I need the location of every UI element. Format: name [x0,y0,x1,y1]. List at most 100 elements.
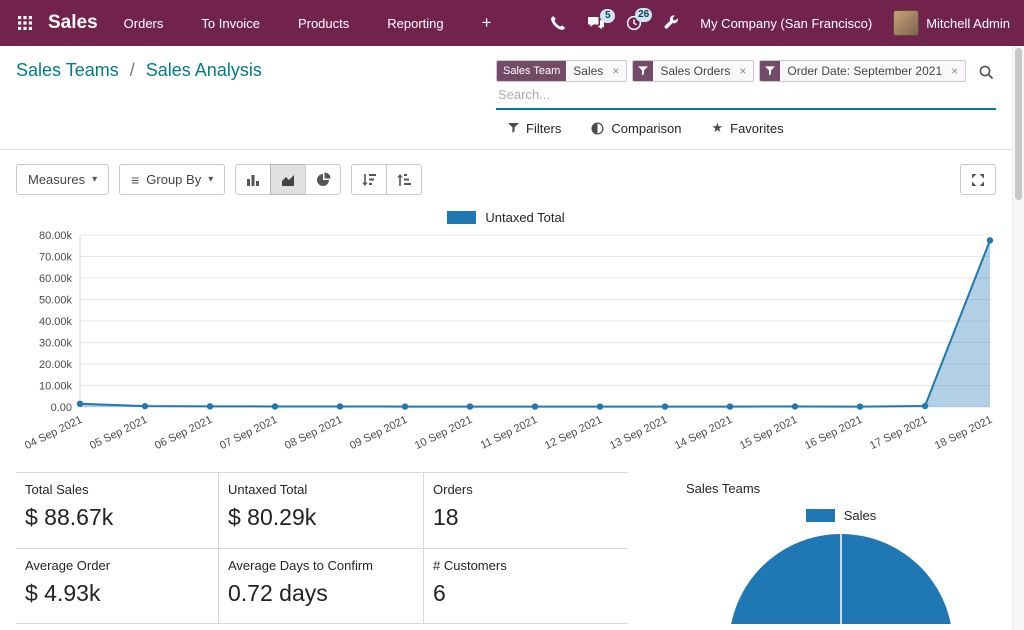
legend-swatch [447,211,476,224]
facet-sales-team: Sales Team Sales × [496,60,627,82]
comparison-label: Comparison [611,121,681,136]
sort-ascending-button[interactable] [386,164,422,195]
svg-text:11 Sep 2021: 11 Sep 2021 [479,414,540,452]
user-avatar [893,10,919,36]
svg-text:50.00k: 50.00k [39,295,73,307]
facet-remove-icon[interactable]: × [737,61,753,81]
chevron-down-icon: ▾ [208,174,213,185]
list-icon: ≡ [131,172,139,188]
view-toolbar: Measures ▾ ≡ Group By ▾ [0,150,1012,195]
svg-text:04 Sep 2021: 04 Sep 2021 [23,414,84,452]
legend-swatch [806,509,835,522]
pie-chart-button[interactable] [305,164,341,195]
stat-label: Total Sales [25,482,208,497]
expand-icon [971,173,985,187]
nav-item-to-invoice[interactable]: To Invoice [201,16,260,31]
breadcrumb-separator: / [130,60,135,80]
facet-sales-orders: Sales Orders × [632,60,754,82]
svg-text:18 Sep 2021: 18 Sep 2021 [933,414,994,452]
svg-text:17 Sep 2021: 17 Sep 2021 [868,414,929,452]
breadcrumb: Sales Teams / Sales Analysis [16,60,262,81]
quick-create-plus-icon[interactable]: + [482,13,492,33]
vertical-scrollbar [1012,46,1024,630]
search-input[interactable] [496,82,970,105]
legend-label: Untaxed Total [485,210,564,225]
area-chart-icon [281,173,295,187]
svg-text:10 Sep 2021: 10 Sep 2021 [413,414,474,452]
svg-text:06 Sep 2021: 06 Sep 2021 [153,414,214,452]
filter-funnel-icon [760,61,780,81]
line-chart: 0.0010.00k20.00k30.00k40.00k50.00k60.00k… [0,227,1012,468]
sort-descending-button[interactable] [351,164,387,195]
fullscreen-button[interactable] [960,164,996,195]
stat-customers: # Customers 6 [423,548,628,625]
bar-chart-icon [246,173,260,187]
stat-label: # Customers [433,558,618,573]
svg-text:13 Sep 2021: 13 Sep 2021 [608,414,669,452]
pie-chart-legend[interactable]: Sales [686,508,996,523]
stat-label: Untaxed Total [228,482,413,497]
svg-text:0.00: 0.00 [51,402,72,414]
sort-desc-icon [361,173,377,187]
user-menu[interactable]: Mitchell Admin [893,10,1010,36]
filters-dropdown[interactable]: Filters [508,120,561,136]
facet-field-label: Sales Team [497,61,566,81]
facet-value: Sales Orders [653,61,737,81]
group-by-button[interactable]: ≡ Group By ▾ [119,164,225,195]
graph-view: Measures ▾ ≡ Group By ▾ [0,149,1012,624]
main-menu: Orders To Invoice Products Reporting [124,16,444,31]
grid-icon [17,15,33,31]
stats-grid: Total Sales $ 88.67k Untaxed Total $ 80.… [16,472,628,624]
star-icon: ★ [711,120,723,136]
pie-legend-label: Sales [844,508,877,523]
stat-value: $ 88.67k [25,504,208,531]
company-switcher[interactable]: My Company (San Francisco) [700,16,872,31]
nav-item-products[interactable]: Products [298,16,349,31]
svg-text:80.00k: 80.00k [39,230,73,242]
stat-value: $ 4.93k [25,580,208,607]
debug-wrench-icon[interactable] [663,15,679,31]
scrollbar-thumb[interactable] [1015,48,1022,200]
facet-remove-icon[interactable]: × [610,61,626,81]
nav-item-orders[interactable]: Orders [124,16,164,31]
svg-text:08 Sep 2021: 08 Sep 2021 [283,414,344,452]
line-chart-legend[interactable]: Untaxed Total [0,210,1012,225]
search-controls: Filters Comparison ★ Favorites [496,120,996,136]
pie-chart [686,528,996,624]
comparison-dropdown[interactable]: Comparison [591,120,681,136]
svg-text:15 Sep 2021: 15 Sep 2021 [738,414,799,452]
sort-asc-icon [396,173,412,187]
top-navbar: Sales Orders To Invoice Products Reporti… [0,0,1024,46]
stat-value: $ 80.29k [228,504,413,531]
facet-value: Sales [566,61,610,81]
svg-text:09 Sep 2021: 09 Sep 2021 [348,414,409,452]
filter-funnel-icon [633,61,653,81]
favorites-label: Favorites [730,121,783,136]
apps-menu-icon[interactable] [12,10,38,36]
chevron-down-icon: ▾ [92,174,97,185]
funnel-icon [508,123,519,133]
app-name[interactable]: Sales [48,12,98,34]
bar-chart-button[interactable] [235,164,271,195]
nav-item-reporting[interactable]: Reporting [387,16,443,31]
messages-icon[interactable]: 5 [587,16,605,31]
measures-button[interactable]: Measures ▾ [16,164,109,195]
breadcrumb-parent[interactable]: Sales Teams [16,60,119,80]
search-input-row [496,82,970,105]
search-box: Sales Team Sales × Sales Orders × Order … [496,60,996,110]
activities-count-badge: 26 [635,8,652,22]
activities-clock-icon[interactable]: 26 [626,15,642,31]
stat-label: Average Days to Confirm [228,558,413,573]
facet-remove-icon[interactable]: × [949,61,965,81]
pie-chart-icon [316,172,331,187]
search-icon[interactable] [979,65,994,85]
breadcrumb-current: Sales Analysis [146,60,262,80]
favorites-dropdown[interactable]: ★ Favorites [711,120,783,136]
messages-count-badge: 5 [600,9,615,23]
stat-label: Orders [433,482,618,497]
line-chart-button[interactable] [270,164,306,195]
phone-icon[interactable] [550,15,566,31]
facet-value: Order Date: September 2021 [780,61,949,81]
svg-text:16 Sep 2021: 16 Sep 2021 [803,414,864,452]
svg-text:07 Sep 2021: 07 Sep 2021 [218,414,279,452]
